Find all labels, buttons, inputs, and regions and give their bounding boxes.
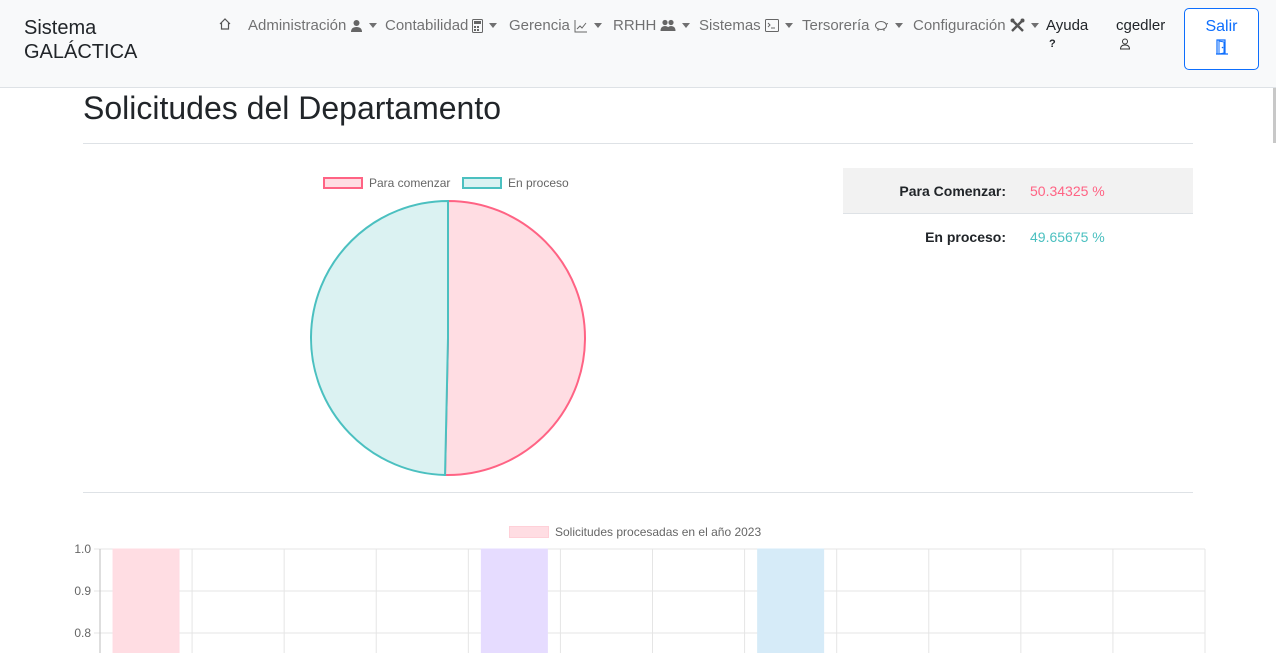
door-icon <box>1215 39 1228 55</box>
chevron-down-icon <box>784 23 793 28</box>
bar-0[interactable] <box>112 548 180 653</box>
calculator-icon <box>472 18 484 33</box>
stat-label: Para Comenzar: <box>899 182 1006 199</box>
title-divider <box>83 143 1193 144</box>
piggy-bank-icon <box>874 21 888 31</box>
pie-slice-0[interactable] <box>444 199 586 476</box>
brand-logo[interactable]: Sistema GALÁCTICA <box>24 16 137 64</box>
nav-administracion-label: Administración <box>248 17 347 34</box>
pie-chart <box>310 199 586 476</box>
logout-label: Salir <box>1205 18 1238 35</box>
chevron-down-icon <box>489 23 498 28</box>
pie-slice-1[interactable] <box>310 199 449 476</box>
house-icon <box>219 18 231 30</box>
pie-legend-item-1[interactable]: En proceso <box>462 176 569 190</box>
bar-4[interactable] <box>480 548 548 653</box>
bar-legend-swatch <box>509 526 549 538</box>
stat-row-en-proceso: En proceso: 49.65675 % <box>843 214 1193 260</box>
nav-gerencia-label: Gerencia <box>509 17 570 34</box>
nav-ayuda-label: Ayuda <box>1046 17 1089 34</box>
y-tick-label: 1.0 <box>74 543 91 556</box>
bar-7[interactable] <box>757 548 825 653</box>
y-tick-label: 0.9 <box>74 584 91 598</box>
chevron-down-icon <box>593 23 602 28</box>
pie-legend-label-1: En proceso <box>508 176 569 190</box>
bar-legend-item[interactable]: Solicitudes procesadas en el año 2023 <box>509 525 761 539</box>
chevron-down-icon <box>1030 23 1039 28</box>
stats-table: Para Comenzar: 50.34325 % En proceso: 49… <box>843 168 1193 260</box>
pie-legend-swatch-1 <box>462 177 502 189</box>
nav-rrhh[interactable]: RRHH <box>613 17 691 34</box>
home-link[interactable] <box>218 17 232 31</box>
bar-chart: 1.0 0.9 0.8 <box>74 543 1206 653</box>
chart-line-icon <box>574 19 587 32</box>
user-tie-icon <box>351 19 363 32</box>
person-icon <box>1119 38 1131 50</box>
nav-configuracion-label: Configuración <box>913 17 1006 34</box>
bar-legend-label: Solicitudes procesadas en el año 2023 <box>555 525 762 539</box>
brand-line-1: Sistema <box>24 17 97 39</box>
pie-legend-swatch-0 <box>323 177 363 189</box>
top-navbar: Sistema GALÁCTICA Administración Contabi… <box>0 0 1276 88</box>
tools-icon <box>1010 18 1025 32</box>
nav-user[interactable]: cgedler <box>1116 17 1165 50</box>
nav-tersoreria[interactable]: Tersorería <box>802 17 903 34</box>
stat-row-para-comenzar: Para Comenzar: 50.34325 % <box>843 168 1193 214</box>
nav-contabilidad[interactable]: Contabilidad <box>385 17 498 34</box>
y-tick-label: 0.8 <box>74 626 91 640</box>
question-icon: ? <box>1049 38 1056 50</box>
nav-gerencia[interactable]: Gerencia <box>509 17 602 34</box>
nav-ayuda[interactable]: Ayuda ? <box>1046 17 1088 50</box>
nav-configuracion[interactable]: Configuración <box>913 17 1039 34</box>
nav-tersoreria-label: Tersorería <box>802 17 870 34</box>
stat-value: 50.34325 % <box>1030 182 1105 199</box>
logout-button[interactable]: Salir <box>1184 8 1259 70</box>
people-icon <box>660 19 676 31</box>
nav-sistemas-label: Sistemas <box>699 17 761 34</box>
pie-legend-label-0: Para comenzar <box>369 176 451 190</box>
stat-label: En proceso: <box>925 229 1006 245</box>
section-divider <box>83 492 1193 493</box>
nav-rrhh-label: RRHH <box>613 17 657 34</box>
chevron-down-icon <box>682 23 691 28</box>
terminal-icon <box>764 19 779 32</box>
stat-value: 49.65675 % <box>1030 229 1105 245</box>
pie-legend-item-0[interactable]: Para comenzar <box>323 176 450 190</box>
brand-line-2: GALÁCTICA <box>24 41 138 63</box>
page-title: Solicitudes del Departamento <box>83 90 502 126</box>
nav-contabilidad-label: Contabilidad <box>385 17 469 34</box>
chevron-down-icon <box>894 23 903 28</box>
nav-sistemas[interactable]: Sistemas <box>699 17 793 34</box>
nav-user-label: cgedler <box>1116 17 1166 34</box>
nav-administracion[interactable]: Administración <box>248 17 378 34</box>
chevron-down-icon <box>369 23 378 28</box>
